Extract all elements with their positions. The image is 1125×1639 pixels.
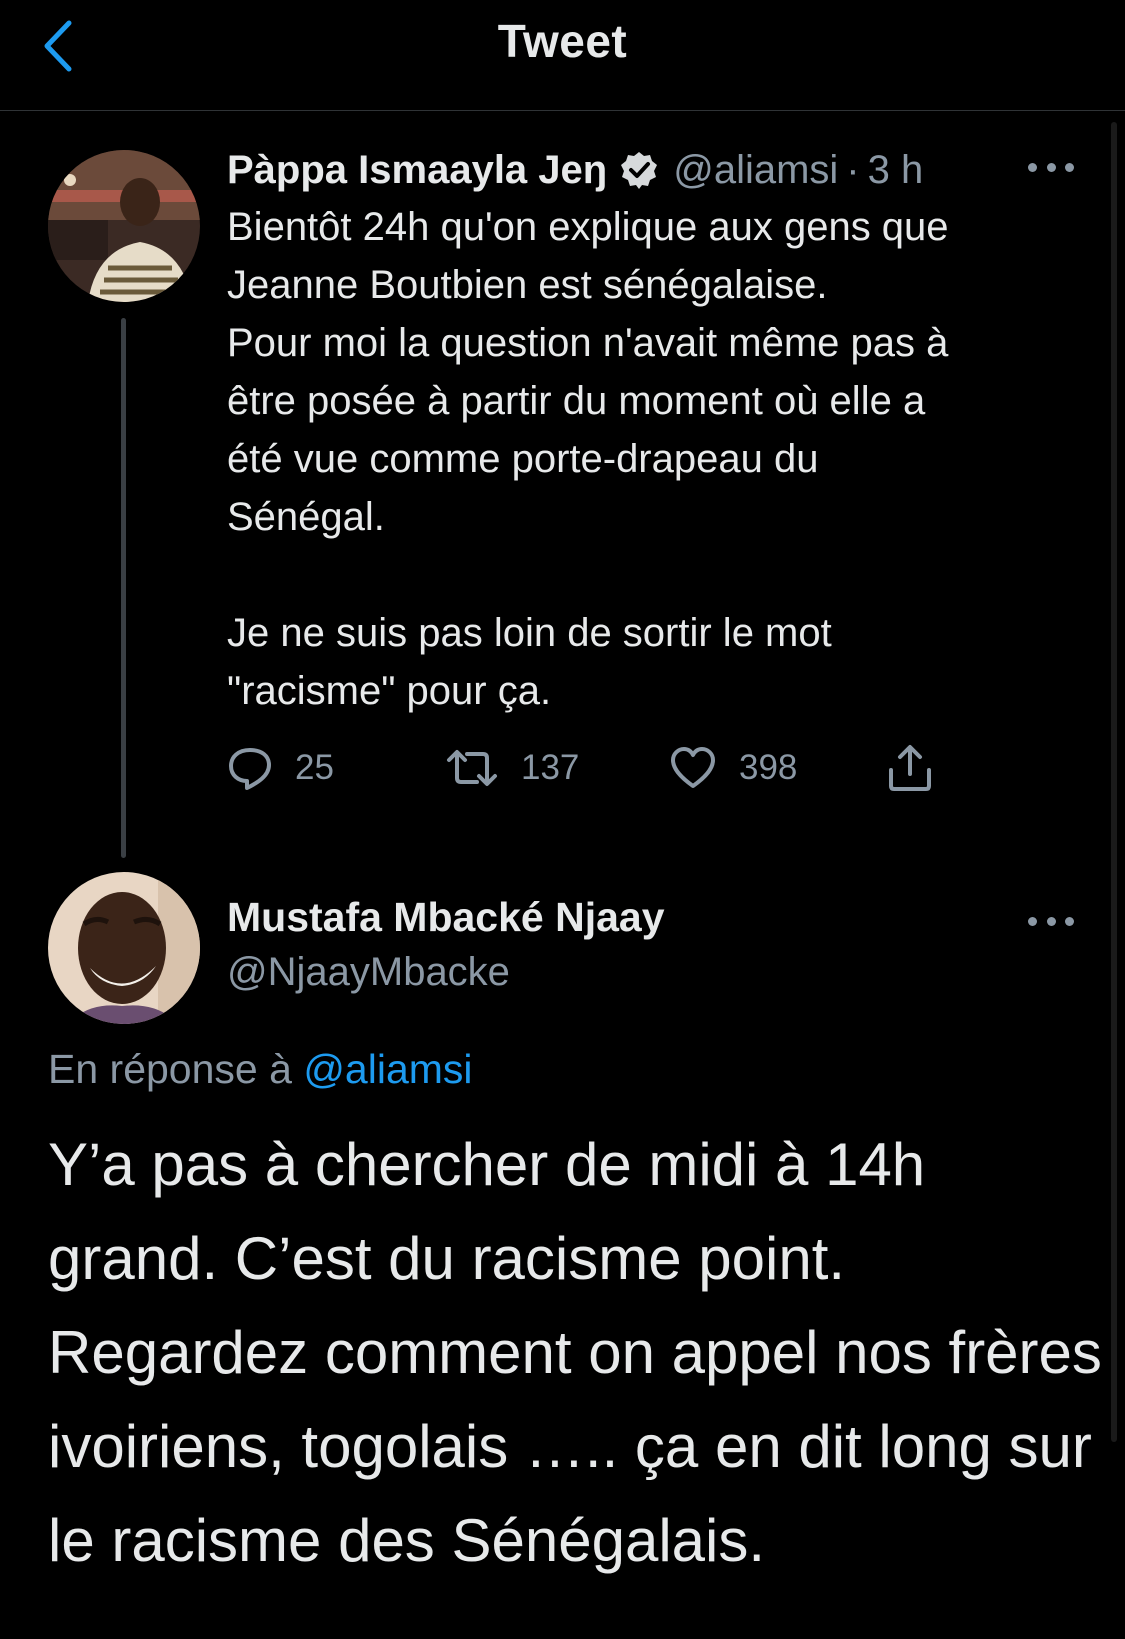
reply-button[interactable]: 25	[227, 738, 334, 798]
separator-dot: ·	[846, 147, 860, 192]
thread-connector-line	[121, 318, 126, 858]
top-navigation-bar: Tweet	[0, 0, 1125, 111]
tweet-actions-bar: 25 137 398	[227, 738, 947, 798]
tweet-text: Y’a pas à chercher de midi à 14h grand. …	[48, 1131, 1102, 1574]
avatar[interactable]	[48, 872, 200, 1024]
retweet-icon	[447, 750, 497, 786]
author-name[interactable]: Pàppa Ismaayla Jeŋ	[227, 148, 607, 193]
author-name[interactable]: Mustafa Mbacké Njaay	[227, 894, 665, 941]
replying-to-line: En réponse à @aliamsi	[48, 1046, 473, 1093]
share-button[interactable]	[887, 738, 955, 798]
author-handle[interactable]: @NjaayMbacke	[227, 950, 510, 995]
avatar-photo	[48, 150, 200, 302]
like-button[interactable]: 398	[669, 738, 797, 798]
author-handle[interactable]: @aliamsi	[673, 148, 838, 193]
more-dot-icon	[1046, 162, 1056, 172]
more-dot-icon	[1028, 916, 1037, 926]
more-dot-icon	[1046, 916, 1056, 926]
tweet-text: Bientôt 24h qu'on explique aux gens que …	[227, 205, 949, 713]
like-count: 398	[739, 748, 798, 787]
tweet-header: Pàppa Ismaayla Jeŋ @aliamsi · 3 h	[227, 140, 1095, 200]
more-options-button[interactable]	[1028, 911, 1074, 931]
more-options-button[interactable]	[1028, 157, 1074, 177]
retweet-count: 137	[521, 748, 580, 787]
tweet-timestamp[interactable]: 3 h	[868, 148, 924, 193]
reply-icon	[229, 748, 271, 790]
replying-to-handle-link[interactable]: @aliamsi	[303, 1046, 472, 1092]
retweet-button[interactable]: 137	[445, 738, 579, 798]
reply-count: 25	[295, 748, 334, 787]
more-dot-icon	[1028, 162, 1037, 172]
page-title: Tweet	[497, 15, 628, 67]
share-icon	[889, 745, 931, 791]
avatar-photo	[48, 872, 200, 1024]
avatar[interactable]	[48, 150, 200, 302]
more-dot-icon	[1065, 916, 1074, 926]
heart-icon	[671, 747, 715, 788]
scroll-indicator[interactable]	[1111, 122, 1117, 1442]
replying-to-label: En réponse à	[48, 1046, 292, 1092]
verified-badge-icon	[619, 150, 659, 190]
more-dot-icon	[1065, 162, 1074, 172]
